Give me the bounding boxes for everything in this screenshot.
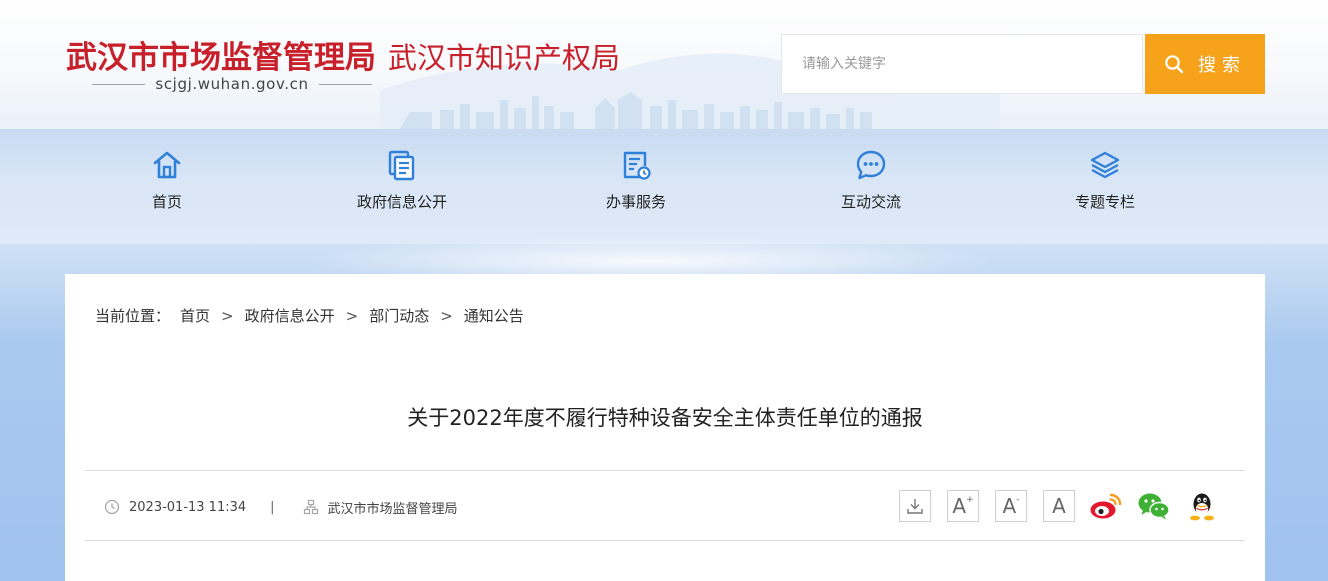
breadcrumb-link-home[interactable]: 首页 [180,305,210,326]
nav-item-home[interactable]: 首页 [97,129,237,244]
chat-icon [854,148,888,182]
breadcrumb: 当前位置： 首页 > 政府信息公开 > 部门动态 > 通知公告 [95,305,524,326]
weibo-icon [1089,491,1123,521]
font-increase-label: A [952,494,967,518]
breadcrumb-prefix: 当前位置： [95,307,171,325]
home-icon [150,148,184,182]
nav-item-label: 办事服务 [605,193,666,211]
breadcrumb-link-notices[interactable]: 通知公告 [464,305,524,326]
article-card: 当前位置： 首页 > 政府信息公开 > 部门动态 > 通知公告 关于2022年度… [65,274,1265,581]
article-meta: 2023-01-13 11:34 | 武汉市市场监督管理局 [104,496,458,518]
documents-icon [385,148,419,182]
layers-icon [1088,148,1122,182]
font-size-increase-button[interactable]: A + [947,490,979,522]
breadcrumb-separator: > [440,306,453,325]
divider-bottom [85,540,1245,541]
site-domain: scjgj.wuhan.gov.cn [155,75,309,93]
clock-icon [104,499,120,515]
search-button[interactable]: 搜索 [1145,34,1265,94]
breadcrumb-link-gov-info[interactable]: 政府信息公开 [245,305,335,326]
share-weibo-button[interactable] [1088,490,1124,522]
org-icon [303,499,319,515]
article-title: 关于2022年度不履行特种设备安全主体责任单位的通报 [407,406,923,430]
download-icon [906,497,924,515]
site-domain-row: scjgj.wuhan.gov.cn [92,74,373,94]
nav-item-interaction[interactable]: 互动交流 [801,129,941,244]
download-button[interactable] [899,490,931,522]
nav-item-label: 政府信息公开 [356,193,447,211]
font-decrease-label: A [1002,494,1017,518]
site-title-sub: 武汉市知识产权局 [388,41,621,75]
nav-item-gov-info[interactable]: 政府信息公开 [332,129,472,244]
wechat-icon [1137,491,1171,521]
breadcrumb-link-dept-news[interactable]: 部门动态 [369,305,429,326]
nav-item-topics[interactable]: 专题专栏 [1035,129,1175,244]
nav-item-label: 首页 [151,193,182,211]
share-qq-button[interactable] [1184,490,1220,522]
font-size-decrease-button[interactable]: A- [995,490,1027,522]
site-header: 武汉市市场监督管理局 武汉市知识产权局 scjgj.wuhan.gov.cn 搜… [0,0,1328,129]
font-reset-label: A [1052,494,1066,518]
publish-date: 2023-01-13 11:34 [129,499,247,515]
service-icon [619,148,653,182]
search-button-label: 搜索 [1198,55,1246,76]
search-box [781,34,1143,94]
main-nav: 首页 政府信息公开 办事服务 互动交流 专题专栏 [0,129,1328,244]
domain-line-right [318,83,373,85]
site-title[interactable]: 武汉市市场监督管理局 武汉市知识产权局 [66,32,620,76]
article-source: 武汉市市场监督管理局 [327,501,458,517]
search-icon [1164,54,1184,74]
breadcrumb-separator: > [345,306,359,325]
divider-top [85,470,1245,471]
site-title-main: 武汉市市场监督管理局 [66,40,376,76]
nav-item-label: 互动交流 [840,193,901,211]
nav-item-label: 专题专栏 [1074,193,1135,211]
share-wechat-button[interactable] [1136,490,1172,522]
nav-item-services[interactable]: 办事服务 [566,129,706,244]
font-size-reset-button[interactable]: A [1043,490,1075,522]
search-input[interactable] [802,56,1132,72]
domain-line-left [92,83,146,85]
font-decrease-mark: - [1016,495,1020,505]
breadcrumb-separator: > [221,306,234,325]
meta-separator: | [270,499,275,515]
font-increase-mark: + [966,495,974,505]
qq-icon [1188,490,1216,522]
